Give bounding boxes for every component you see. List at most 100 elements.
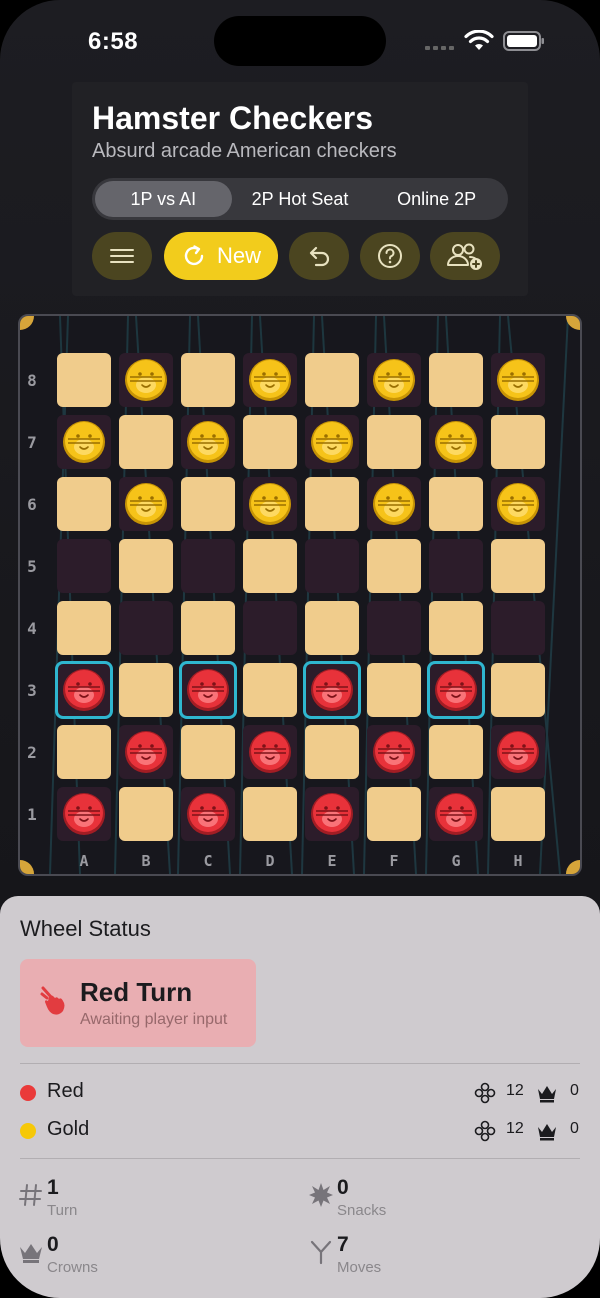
board-square-b8[interactable] [119,353,173,407]
board-square-e1[interactable] [305,787,359,841]
stat-value: 1 [47,1176,59,1199]
board-square-c4[interactable] [181,601,235,655]
mode-online-2p[interactable]: Online 2P [368,181,505,217]
turn-subtitle: Awaiting player input [80,1011,228,1028]
board-square-g1[interactable] [429,787,483,841]
player-row-gold: Gold 12 0 [20,1116,580,1144]
board-square-b4[interactable] [119,601,173,655]
board-square-h3[interactable] [491,663,545,717]
board-square-a8[interactable] [57,353,111,407]
gold-hamster-piece[interactable] [308,418,356,466]
board-square-c1[interactable] [181,787,235,841]
board-square-e2[interactable] [305,725,359,779]
board-square-g5[interactable] [429,539,483,593]
board-square-f3[interactable] [367,663,421,717]
board-square-f2[interactable] [367,725,421,779]
red-hamster-piece[interactable] [184,790,232,838]
board-square-c2[interactable] [181,725,235,779]
gold-hamster-piece[interactable] [494,356,542,404]
red-hamster-piece[interactable] [308,790,356,838]
red-hamster-piece[interactable] [494,728,542,776]
board-square-b3[interactable] [119,663,173,717]
board-square-g8[interactable] [429,353,483,407]
board-square-b1[interactable] [119,787,173,841]
red-hamster-piece[interactable] [432,790,480,838]
mode-1p-vs-ai[interactable]: 1P vs AI [95,181,232,217]
board-square-d8[interactable] [243,353,297,407]
gold-hamster-piece[interactable] [494,480,542,528]
board-square-f8[interactable] [367,353,421,407]
board-square-d5[interactable] [243,539,297,593]
fork-icon [310,1240,332,1265]
turn-title: Red Turn [80,977,193,1007]
rank-label: 4 [27,619,37,638]
board-square-e8[interactable] [305,353,359,407]
gold-hamster-piece[interactable] [184,418,232,466]
red-hamster-piece[interactable] [370,728,418,776]
gold-hamster-piece[interactable] [122,480,170,528]
board-square-g4[interactable] [429,601,483,655]
menu-button[interactable] [92,232,152,280]
board-square-a1[interactable] [57,787,111,841]
board-square-e6[interactable] [305,477,359,531]
board-square-a6[interactable] [57,477,111,531]
board-square-b7[interactable] [119,415,173,469]
red-hamster-piece[interactable] [122,728,170,776]
board-square-h6[interactable] [491,477,545,531]
board-square-g6[interactable] [429,477,483,531]
board-square-h5[interactable] [491,539,545,593]
gold-hamster-piece[interactable] [432,418,480,466]
board-square-e4[interactable] [305,601,359,655]
board-square-g7[interactable] [429,415,483,469]
gold-hamster-piece[interactable] [122,356,170,404]
gold-hamster-piece[interactable] [370,480,418,528]
board-square-d2[interactable] [243,725,297,779]
board-square-h1[interactable] [491,787,545,841]
player-row-red: Red 12 0 [20,1078,580,1106]
gold-hamster-piece[interactable] [246,480,294,528]
board-square-d6[interactable] [243,477,297,531]
gold-pieces-count: 12 [506,1120,524,1137]
refresh-icon [184,245,204,266]
board-square-h8[interactable] [491,353,545,407]
board-square-a4[interactable] [57,601,111,655]
new-game-button[interactable]: New [164,232,278,280]
board-square-d3[interactable] [243,663,297,717]
gold-hamster-piece[interactable] [60,418,108,466]
board-square-g2[interactable] [429,725,483,779]
board-square-f7[interactable] [367,415,421,469]
board-square-d1[interactable] [243,787,297,841]
board-square-h7[interactable] [491,415,545,469]
gold-hamster-piece[interactable] [370,356,418,404]
board-square-a5[interactable] [57,539,111,593]
board-square-c5[interactable] [181,539,235,593]
board-square-c8[interactable] [181,353,235,407]
board-square-h2[interactable] [491,725,545,779]
board-square-h4[interactable] [491,601,545,655]
device-screen: 6:58 Hamster Checkers Absurd arcade Amer… [0,0,600,1298]
help-button[interactable] [360,232,420,280]
red-hamster-piece[interactable] [246,728,294,776]
board-square-e7[interactable] [305,415,359,469]
invite-players-button[interactable] [430,232,500,280]
board-square-d7[interactable] [243,415,297,469]
board-square-e5[interactable] [305,539,359,593]
board-square-c7[interactable] [181,415,235,469]
board-square-f1[interactable] [367,787,421,841]
board-square-d4[interactable] [243,601,297,655]
board-square-a7[interactable] [57,415,111,469]
mode-2p-hot-seat[interactable]: 2P Hot Seat [232,181,369,217]
board-square-f5[interactable] [367,539,421,593]
undo-button[interactable] [289,232,349,280]
board-square-a2[interactable] [57,725,111,779]
board-square-b6[interactable] [119,477,173,531]
board-square-b2[interactable] [119,725,173,779]
red-hamster-piece[interactable] [60,790,108,838]
stat-value: 7 [337,1233,349,1256]
stat-label: Crowns [47,1259,98,1276]
board-square-c6[interactable] [181,477,235,531]
gold-hamster-piece[interactable] [246,356,294,404]
board-square-f6[interactable] [367,477,421,531]
board-square-f4[interactable] [367,601,421,655]
board-square-b5[interactable] [119,539,173,593]
